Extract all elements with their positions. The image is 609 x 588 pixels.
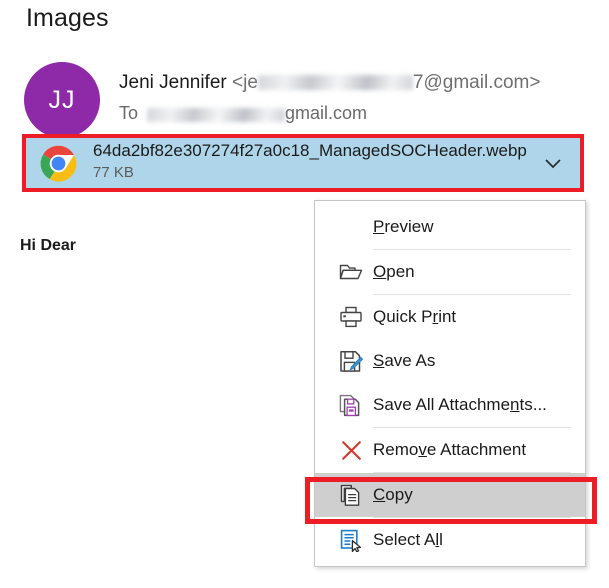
save-all-attachments-icon	[335, 394, 367, 417]
select-all-icon	[335, 529, 367, 552]
menu-item-save-all-attachments[interactable]: Save All Attachments...	[315, 383, 585, 427]
menu-item-open[interactable]: Open	[315, 250, 585, 294]
sender-email-visible-start: je	[243, 72, 258, 93]
recipient-line: To xxxxxxxxxxxxxxgmail.com	[119, 103, 367, 124]
menu-item-select-all[interactable]: Select All	[315, 518, 585, 562]
sender-line: Jeni Jennifer <jexxxxxxxxxxxxxxxx7@gmail…	[119, 72, 540, 94]
sender-name: Jeni Jennifer	[119, 72, 227, 93]
attachment-filename: 64da2bf82e307274f27a0c18_ManagedSOCHeade…	[93, 141, 527, 160]
copy-icon	[335, 484, 367, 507]
menu-item-label: Open	[373, 262, 415, 281]
recipient-email-redacted: xxxxxxxxxxxxxx	[147, 108, 286, 122]
sender-email-visible-end: 7@gmail.com>	[412, 72, 541, 93]
remove-attachment-icon	[335, 439, 367, 462]
chrome-icon	[40, 145, 77, 182]
recipient-label: To	[119, 103, 139, 123]
attachment-context-menu: Preview Open Quick Print Save As Save Al…	[314, 200, 586, 567]
body-greeting: Hi Dear	[20, 237, 77, 254]
menu-item-remove-attachment[interactable]: Remove Attachment	[315, 428, 585, 472]
menu-item-label: Select All	[373, 530, 443, 549]
menu-item-label: Preview	[373, 217, 434, 236]
menu-item-copy[interactable]: Copy	[315, 473, 585, 517]
menu-item-label: Save As	[373, 351, 436, 370]
printer-icon	[335, 306, 367, 328]
menu-item-label: Copy	[373, 485, 413, 504]
attachment-chip[interactable]: 64da2bf82e307274f27a0c18_ManagedSOCHeade…	[26, 138, 580, 188]
recipient-email-visible-end: gmail.com	[285, 103, 368, 123]
sender-email-bracket-open: <	[232, 72, 244, 93]
avatar: JJ	[24, 62, 100, 138]
menu-item-save-as[interactable]: Save As	[315, 339, 585, 383]
sender-email-redacted: xxxxxxxxxxxxxxxx	[257, 75, 413, 90]
folder-open-icon	[335, 262, 367, 282]
page-title: Images	[26, 4, 109, 32]
attachment-size: 77 KB	[93, 164, 134, 181]
message-header: JJ Jeni Jennifer <jexxxxxxxxxxxxxxxx7@gm…	[24, 62, 594, 140]
menu-item-label: Quick Print	[373, 307, 457, 326]
save-as-icon	[335, 350, 367, 373]
menu-item-label: Save All Attachments...	[373, 395, 547, 414]
menu-item-quick-print[interactable]: Quick Print	[315, 295, 585, 339]
menu-item-preview[interactable]: Preview	[315, 205, 585, 249]
menu-item-label: Remove Attachment	[373, 440, 527, 459]
chevron-down-icon[interactable]	[542, 152, 564, 174]
